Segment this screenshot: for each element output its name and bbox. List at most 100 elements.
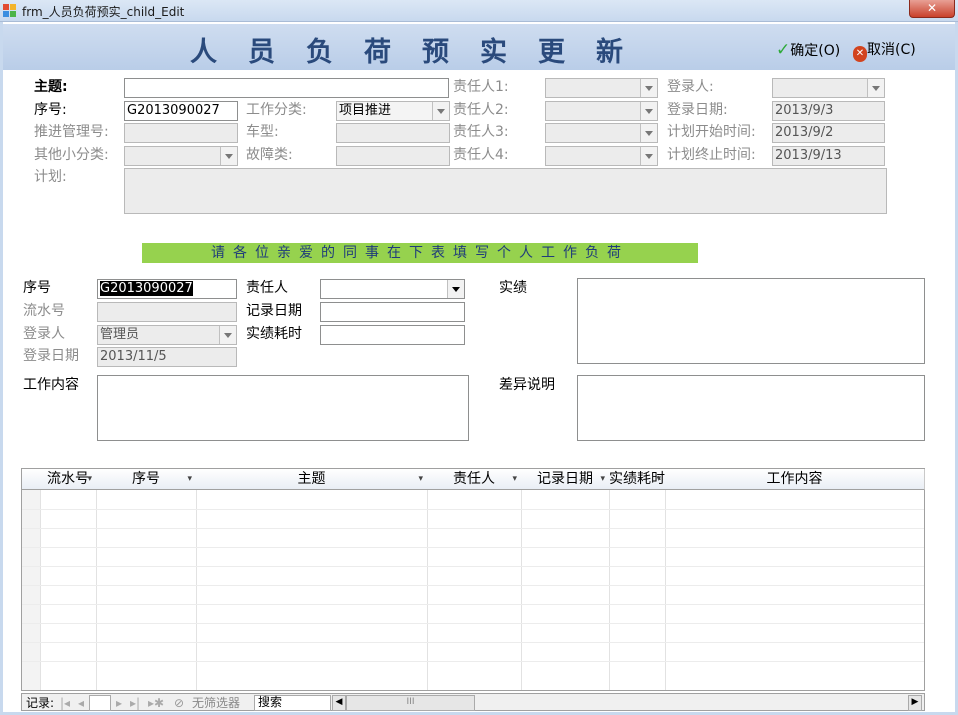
sort-arrow-icon: ▾ <box>418 474 423 484</box>
login-user-select[interactable] <box>772 78 885 98</box>
seq-label: 序号: <box>34 102 67 118</box>
confirm-button[interactable]: ✓确定(O) <box>776 40 840 60</box>
sort-arrow-icon: ▾ <box>512 474 517 484</box>
detail-login-user-label: 登录人 <box>23 326 65 342</box>
horizontal-scroll-thumb[interactable]: III <box>346 695 475 711</box>
actual-field[interactable] <box>577 278 925 364</box>
owner1-label: 责任人1: <box>453 79 509 95</box>
owner4-select[interactable] <box>545 146 658 166</box>
last-record-icon[interactable]: ▸| <box>130 695 140 711</box>
grid-line <box>22 547 924 548</box>
column-header-subject[interactable]: 主题 ▾ <box>196 469 428 490</box>
confirm-label: 确定(O) <box>790 43 841 59</box>
column-header-serial[interactable]: 流水号 ▾ <box>40 469 97 490</box>
chevron-down-icon[interactable] <box>640 124 657 142</box>
record-number-input[interactable] <box>89 695 111 711</box>
other-category-label: 其他小分类: <box>34 147 109 163</box>
scroll-right-icon[interactable]: ▶ <box>908 695 922 711</box>
grid-column <box>427 490 522 690</box>
record-date-field[interactable] <box>320 302 465 322</box>
row-selector-column[interactable] <box>22 490 41 690</box>
plan-end-label: 计划终止时间: <box>667 147 756 163</box>
owner2-select[interactable] <box>545 101 658 121</box>
car-type-field[interactable] <box>336 123 450 143</box>
grid-column <box>40 490 97 690</box>
detail-login-date-label: 登录日期 <box>23 348 79 364</box>
login-date-label: 登录日期: <box>667 102 728 118</box>
cancel-button[interactable]: ✕ 取消(C) <box>853 40 916 62</box>
detail-login-user-value: 管理员 <box>100 327 140 342</box>
serial-field[interactable] <box>97 302 237 322</box>
records-datasheet[interactable]: 流水号 ▾ 序号 ▾ 主题 ▾ 责任人 ▾ 记录日期 ▾ 实绩耗时 ▾ 工作内容 <box>21 468 925 691</box>
detail-login-date-field[interactable]: 2013/11/5 <box>97 347 237 367</box>
select-all-corner[interactable] <box>22 469 41 490</box>
chevron-down-icon[interactable] <box>640 102 657 120</box>
work-type-label: 工作分类: <box>246 102 307 118</box>
owner1-select[interactable] <box>545 78 658 98</box>
column-header-owner[interactable]: 责任人 ▾ <box>427 469 522 490</box>
record-label: 记录: <box>26 696 55 710</box>
next-record-icon[interactable]: ▸ <box>116 695 122 711</box>
car-type-label: 车型: <box>246 124 279 140</box>
plan-start-label: 计划开始时间: <box>667 124 756 140</box>
work-content-label: 工作内容 <box>23 377 79 393</box>
column-header-record-date[interactable]: 记录日期 ▾ <box>521 469 610 490</box>
cancel-icon: ✕ <box>853 46 867 62</box>
chevron-down-icon[interactable] <box>867 79 884 97</box>
form-title: 人员负荷预实更新 <box>190 37 654 68</box>
detail-owner-label: 责任人 <box>246 280 288 296</box>
column-header-actual-hours[interactable]: 实绩耗时 ▾ <box>609 469 666 490</box>
work-content-field[interactable] <box>97 375 469 441</box>
window-title: frm_人员负荷预实_child_Edit <box>22 5 185 19</box>
seq-field[interactable]: G2013090027 <box>124 101 238 121</box>
filter-icon[interactable]: ⊘ <box>174 695 184 711</box>
grid-line <box>22 509 924 510</box>
chevron-down-icon[interactable] <box>640 147 657 165</box>
grid-line <box>22 585 924 586</box>
owner3-select[interactable] <box>545 123 658 143</box>
scroll-left-icon[interactable]: ◀ <box>332 695 346 711</box>
fault-type-field[interactable] <box>336 146 450 166</box>
sort-arrow-icon: ▾ <box>187 474 192 484</box>
owner4-label: 责任人4: <box>453 147 509 163</box>
grid-column <box>521 490 610 690</box>
detail-owner-select[interactable] <box>320 279 465 299</box>
record-navigation-bar: 记录: |◂ ◂ ▸ ▸| ▸✱ ⊘ 无筛选器 搜索 ◀ III ▶ <box>21 693 925 711</box>
close-window-button[interactable]: ✕ <box>909 0 955 18</box>
progress-mgmt-field[interactable] <box>124 123 238 143</box>
other-category-select[interactable] <box>124 146 238 166</box>
new-record-icon[interactable]: ▸✱ <box>148 695 164 711</box>
sort-arrow-icon: ▾ <box>600 474 605 484</box>
sort-arrow-icon: ▾ <box>87 474 92 484</box>
first-record-icon[interactable]: |◂ <box>60 695 70 711</box>
owner2-label: 责任人2: <box>453 102 509 118</box>
serial-label: 流水号 <box>23 303 65 319</box>
chevron-down-icon[interactable] <box>432 102 449 120</box>
chevron-down-icon[interactable] <box>219 326 236 344</box>
prev-record-icon[interactable]: ◂ <box>78 695 84 711</box>
column-header-work-content[interactable]: 工作内容 <box>665 469 925 490</box>
grid-line <box>22 642 924 643</box>
login-date-field[interactable]: 2013/9/3 <box>772 101 885 121</box>
column-header-seq[interactable]: 序号 ▾ <box>96 469 197 490</box>
chevron-down-icon[interactable] <box>640 79 657 97</box>
chevron-down-icon[interactable] <box>447 280 464 298</box>
diff-label: 差异说明 <box>499 377 555 393</box>
search-input[interactable]: 搜索 <box>254 695 331 711</box>
plan-end-field[interactable]: 2013/9/13 <box>772 146 885 166</box>
chevron-down-icon[interactable] <box>220 147 237 165</box>
actual-hours-field[interactable] <box>320 325 465 345</box>
work-type-select[interactable]: 项目推进 <box>336 101 450 121</box>
diff-field[interactable] <box>577 375 925 441</box>
fault-type-label: 故障类: <box>246 147 293 163</box>
subject-field[interactable] <box>124 78 449 98</box>
grid-column <box>96 490 197 690</box>
grid-line <box>22 604 924 605</box>
instruction-banner: 请各位亲爱的同事在下表填写个人工作负荷 <box>142 243 698 263</box>
window-titlebar: frm_人员负荷预实_child_Edit <box>0 0 958 22</box>
plan-start-field[interactable]: 2013/9/2 <box>772 123 885 143</box>
detail-seq-field[interactable]: G2013090027 <box>97 279 237 299</box>
plan-field[interactable] <box>124 168 887 214</box>
detail-login-user-select[interactable]: 管理员 <box>97 325 237 345</box>
no-filter-label[interactable]: 无筛选器 <box>192 695 240 711</box>
